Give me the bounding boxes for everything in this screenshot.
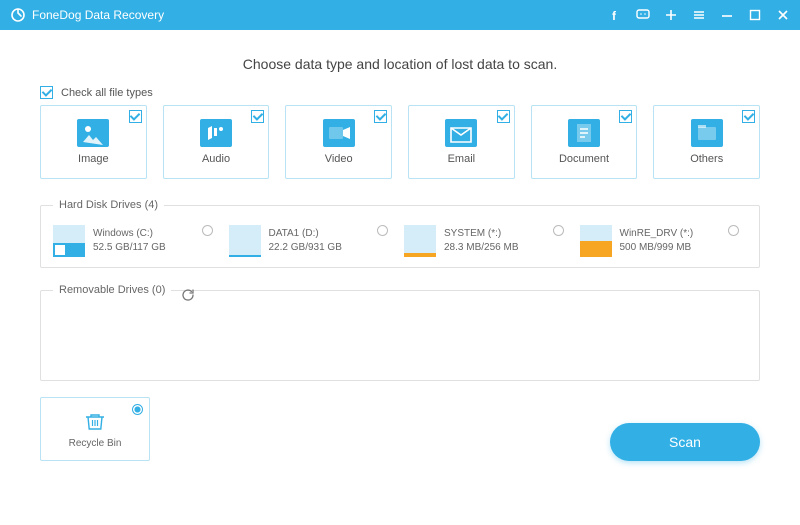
drive-icon	[580, 225, 612, 257]
drive-winre-drv-[interactable]: WinRE_DRV (*:)500 MB/999 MB	[580, 225, 748, 257]
drive-icon	[404, 225, 436, 257]
recycle-bin-card[interactable]: Recycle Bin	[40, 397, 150, 461]
drive-radio[interactable]	[728, 225, 739, 236]
drive-icon	[229, 225, 261, 257]
video-icon	[323, 119, 355, 147]
type-label: Audio	[202, 153, 230, 165]
app-title: FoneDog Data Recovery	[32, 8, 164, 22]
drives-row: Windows (C:)52.5 GB/117 GB DATA1 (D:)22.…	[53, 225, 747, 257]
drive-icon	[53, 225, 85, 257]
drive-data1-d-[interactable]: DATA1 (D:)22.2 GB/931 GB	[229, 225, 397, 257]
type-card-others[interactable]: Others	[653, 105, 760, 179]
maximize-button[interactable]	[748, 8, 762, 22]
removable-group: Removable Drives (0)	[40, 284, 760, 381]
hard-disk-legend: Hard Disk Drives (4)	[53, 199, 164, 211]
type-card-email[interactable]: Email	[408, 105, 515, 179]
file-type-grid: Image Audio Video Email Document Others	[40, 105, 760, 179]
check-all-label: Check all file types	[61, 87, 153, 99]
drive-text: Windows (C:)52.5 GB/117 GB	[93, 225, 166, 255]
facebook-icon[interactable]: f	[608, 8, 622, 22]
app-logo: FoneDog Data Recovery	[10, 7, 164, 23]
hard-disk-group: Hard Disk Drives (4) Windows (C:)52.5 GB…	[40, 199, 760, 268]
type-card-audio[interactable]: Audio	[163, 105, 270, 179]
email-icon	[445, 119, 477, 147]
type-label: Image	[78, 153, 109, 165]
removable-legend: Removable Drives (0)	[53, 284, 171, 296]
drive-windows-c-[interactable]: Windows (C:)52.5 GB/117 GB	[53, 225, 221, 257]
type-checkbox[interactable]	[251, 110, 264, 123]
drive-radio[interactable]	[377, 225, 388, 236]
type-checkbox[interactable]	[742, 110, 755, 123]
drive-radio[interactable]	[202, 225, 213, 236]
recycle-bin-label: Recycle Bin	[69, 438, 122, 449]
minimize-button[interactable]	[720, 8, 734, 22]
audio-icon	[200, 119, 232, 147]
refresh-icon[interactable]	[181, 288, 195, 307]
removable-body	[53, 310, 747, 370]
close-button[interactable]	[776, 8, 790, 22]
svg-text:f: f	[612, 9, 617, 21]
type-label: Document	[559, 153, 609, 165]
drive-system-[interactable]: SYSTEM (*:)28.3 MB/256 MB	[404, 225, 572, 257]
type-checkbox[interactable]	[619, 110, 632, 123]
app-icon	[10, 7, 26, 23]
type-card-image[interactable]: Image	[40, 105, 147, 179]
type-label: Email	[448, 153, 476, 165]
type-label: Others	[690, 153, 723, 165]
type-label: Video	[325, 153, 353, 165]
drive-radio[interactable]	[553, 225, 564, 236]
titlebar: FoneDog Data Recovery f	[0, 0, 800, 30]
check-all-checkbox[interactable]	[40, 86, 53, 99]
type-card-document[interactable]: Document	[531, 105, 638, 179]
check-all-row[interactable]: Check all file types	[40, 86, 760, 99]
type-checkbox[interactable]	[129, 110, 142, 123]
menu-icon[interactable]	[692, 8, 706, 22]
others-icon	[691, 119, 723, 147]
type-checkbox[interactable]	[497, 110, 510, 123]
type-checkbox[interactable]	[374, 110, 387, 123]
drive-text: SYSTEM (*:)28.3 MB/256 MB	[444, 225, 518, 255]
trash-icon	[84, 410, 106, 432]
document-icon	[568, 119, 600, 147]
recycle-bin-radio[interactable]	[132, 404, 143, 415]
scan-button[interactable]: Scan	[610, 423, 760, 461]
feedback-icon[interactable]	[636, 8, 650, 22]
drive-text: DATA1 (D:)22.2 GB/931 GB	[269, 225, 342, 255]
type-card-video[interactable]: Video	[285, 105, 392, 179]
page-heading: Choose data type and location of lost da…	[40, 56, 760, 72]
add-icon[interactable]	[664, 8, 678, 22]
drive-text: WinRE_DRV (*:)500 MB/999 MB	[620, 225, 694, 255]
image-icon	[77, 119, 109, 147]
